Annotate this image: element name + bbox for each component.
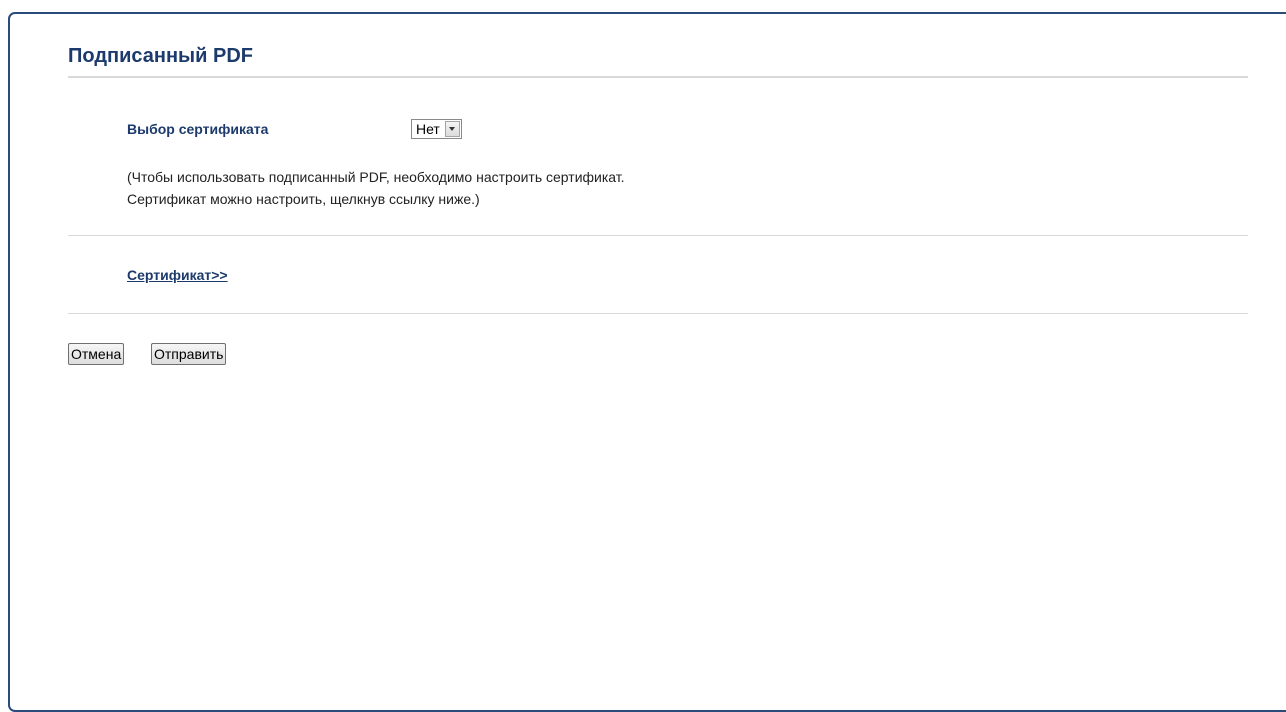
section-divider bbox=[68, 313, 1248, 314]
certificate-select-label: Выбор сертификата bbox=[127, 121, 269, 137]
section-divider bbox=[68, 235, 1248, 236]
submit-button[interactable]: Отправить bbox=[151, 343, 227, 365]
chevron-down-icon[interactable] bbox=[444, 121, 460, 137]
certificate-note-line-2: Сертификат можно настроить, щелкнув ссыл… bbox=[127, 191, 480, 207]
certificate-note-line-1: (Чтобы использовать подписанный PDF, нео… bbox=[127, 169, 625, 185]
page-title: Подписанный PDF bbox=[68, 45, 253, 67]
certificate-select[interactable]: Нет bbox=[411, 119, 462, 139]
certificate-note: (Чтобы использовать подписанный PDF, нео… bbox=[127, 166, 625, 210]
certificate-link[interactable]: Сертификат>> bbox=[127, 267, 228, 283]
certificate-select-value: Нет bbox=[416, 121, 440, 137]
cancel-button[interactable]: Отмена bbox=[68, 343, 125, 365]
title-divider bbox=[68, 76, 1248, 78]
